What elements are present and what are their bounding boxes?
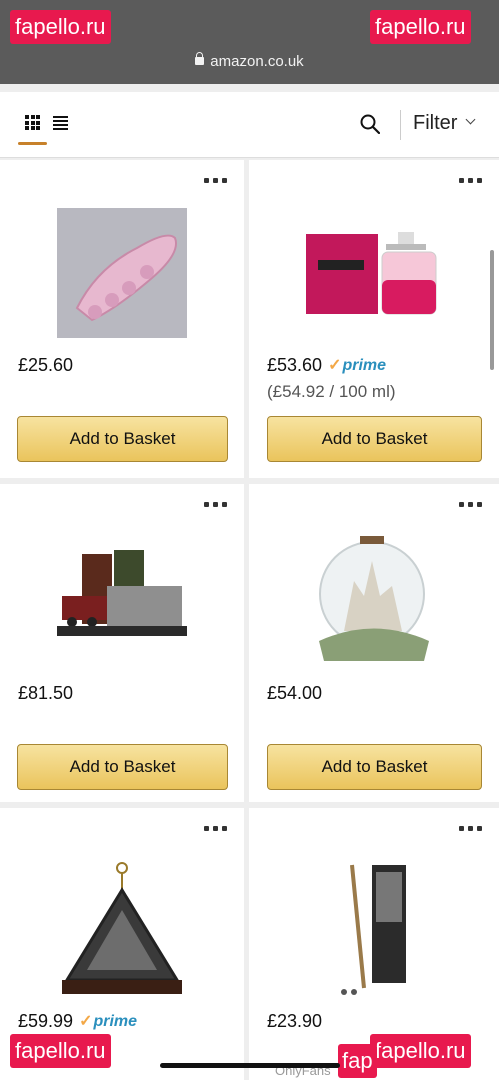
product-card[interactable]: £81.50 Add to Basket: [0, 484, 244, 802]
prime-label: prime: [342, 357, 387, 374]
product-image[interactable]: [304, 230, 444, 320]
watermark: fapello.ru: [370, 10, 471, 44]
watermark: fapello.ru: [370, 1034, 471, 1068]
unit-price: (£54.92 / 100 ml): [267, 382, 396, 401]
active-view-indicator: [18, 142, 47, 145]
more-options-icon[interactable]: [204, 178, 228, 183]
scrollbar[interactable]: [490, 250, 494, 370]
lock-icon: [195, 52, 205, 65]
more-options-icon[interactable]: [459, 178, 483, 183]
product-price-row: £59.99 ✓prime: [18, 1011, 137, 1032]
add-to-basket-button[interactable]: Add to Basket: [267, 744, 482, 790]
more-options-icon[interactable]: [204, 826, 228, 831]
prime-badge: ✓prime: [79, 1011, 137, 1031]
product-price: £25.60: [18, 355, 74, 375]
url-text: amazon.co.uk: [210, 53, 304, 70]
prime-label: prime: [93, 1013, 138, 1030]
url-display[interactable]: amazon.co.uk: [0, 52, 499, 70]
product-card[interactable]: £54.00 Add to Basket: [249, 484, 499, 802]
list-view-icon[interactable]: [53, 115, 68, 130]
add-to-basket-button[interactable]: Add to Basket: [17, 744, 228, 790]
toolbar-divider: [400, 110, 401, 140]
results-toolbar: Filter: [0, 92, 499, 158]
product-price: £54.00: [267, 683, 323, 703]
more-options-icon[interactable]: [459, 502, 483, 507]
product-price: £59.99: [18, 1011, 74, 1031]
chevron-down-icon[interactable]: [465, 114, 476, 125]
product-image[interactable]: [57, 208, 187, 338]
add-to-basket-button[interactable]: Add to Basket: [17, 416, 228, 462]
filter-button[interactable]: Filter: [413, 112, 457, 135]
grid-view-icon[interactable]: [25, 115, 40, 130]
home-indicator[interactable]: [160, 1063, 340, 1068]
product-image[interactable]: [314, 536, 434, 666]
product-price: £81.50: [18, 683, 74, 703]
product-card[interactable]: £25.60 Add to Basket: [0, 160, 244, 478]
prime-check-icon: ✓: [328, 357, 342, 374]
add-to-basket-button[interactable]: Add to Basket: [267, 416, 482, 462]
prime-badge: ✓prime: [328, 355, 386, 375]
watermark: fapello.ru: [10, 1034, 111, 1068]
watermark: fapello.ru: [10, 10, 111, 44]
search-icon[interactable]: [360, 114, 380, 134]
product-image[interactable]: [324, 860, 424, 1000]
product-image[interactable]: [57, 860, 187, 1000]
prime-check-icon: ✓: [79, 1013, 93, 1030]
watermark: fap: [338, 1044, 377, 1078]
product-image[interactable]: [52, 546, 192, 646]
product-price: £23.90: [267, 1011, 323, 1031]
product-price-row: £53.60 ✓prime: [267, 355, 386, 376]
product-price: £53.60: [267, 355, 323, 375]
more-options-icon[interactable]: [204, 502, 228, 507]
product-card[interactable]: £53.60 ✓prime (£54.92 / 100 ml) Add to Ba…: [249, 160, 499, 478]
more-options-icon[interactable]: [459, 826, 483, 831]
